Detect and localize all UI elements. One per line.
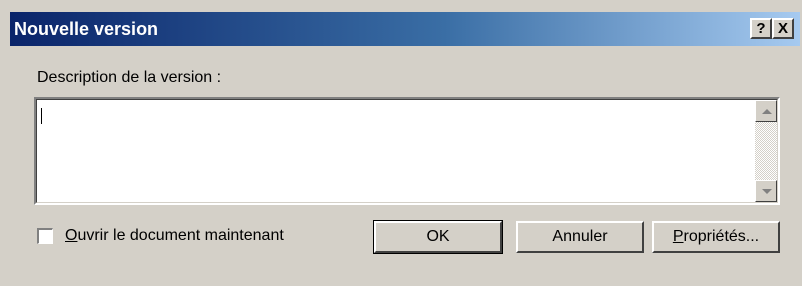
- dialog-title: Nouvelle version: [14, 19, 159, 39]
- new-version-dialog: Nouvelle version ? X Description de la v…: [0, 0, 802, 286]
- vertical-scrollbar[interactable]: [755, 100, 777, 202]
- open-document-label[interactable]: Ouvrir le document maintenant: [65, 227, 284, 245]
- ok-button[interactable]: OK: [373, 220, 503, 254]
- close-button[interactable]: X: [772, 18, 794, 39]
- title-bar[interactable]: Nouvelle version ? X: [10, 12, 800, 46]
- arrow-down-icon: [762, 189, 772, 194]
- properties-label-rest: ropriétés...: [683, 228, 760, 245]
- properties-mnemonic: P: [672, 228, 684, 245]
- open-document-label-rest: uvrir le document maintenant: [77, 227, 284, 244]
- help-button[interactable]: ?: [750, 18, 772, 39]
- text-caret: [41, 108, 42, 124]
- description-textarea[interactable]: [34, 97, 780, 205]
- open-document-mnemonic: O: [65, 227, 78, 244]
- scroll-up-button[interactable]: [755, 100, 777, 122]
- open-document-checkbox[interactable]: [37, 228, 53, 244]
- cancel-button[interactable]: Annuler: [516, 221, 644, 253]
- description-textarea-inner: [36, 99, 778, 203]
- description-label: Description de la version :: [37, 69, 222, 86]
- arrow-up-icon: [762, 109, 772, 114]
- scroll-down-button[interactable]: [755, 180, 777, 202]
- properties-button[interactable]: Propriétés...: [652, 221, 780, 253]
